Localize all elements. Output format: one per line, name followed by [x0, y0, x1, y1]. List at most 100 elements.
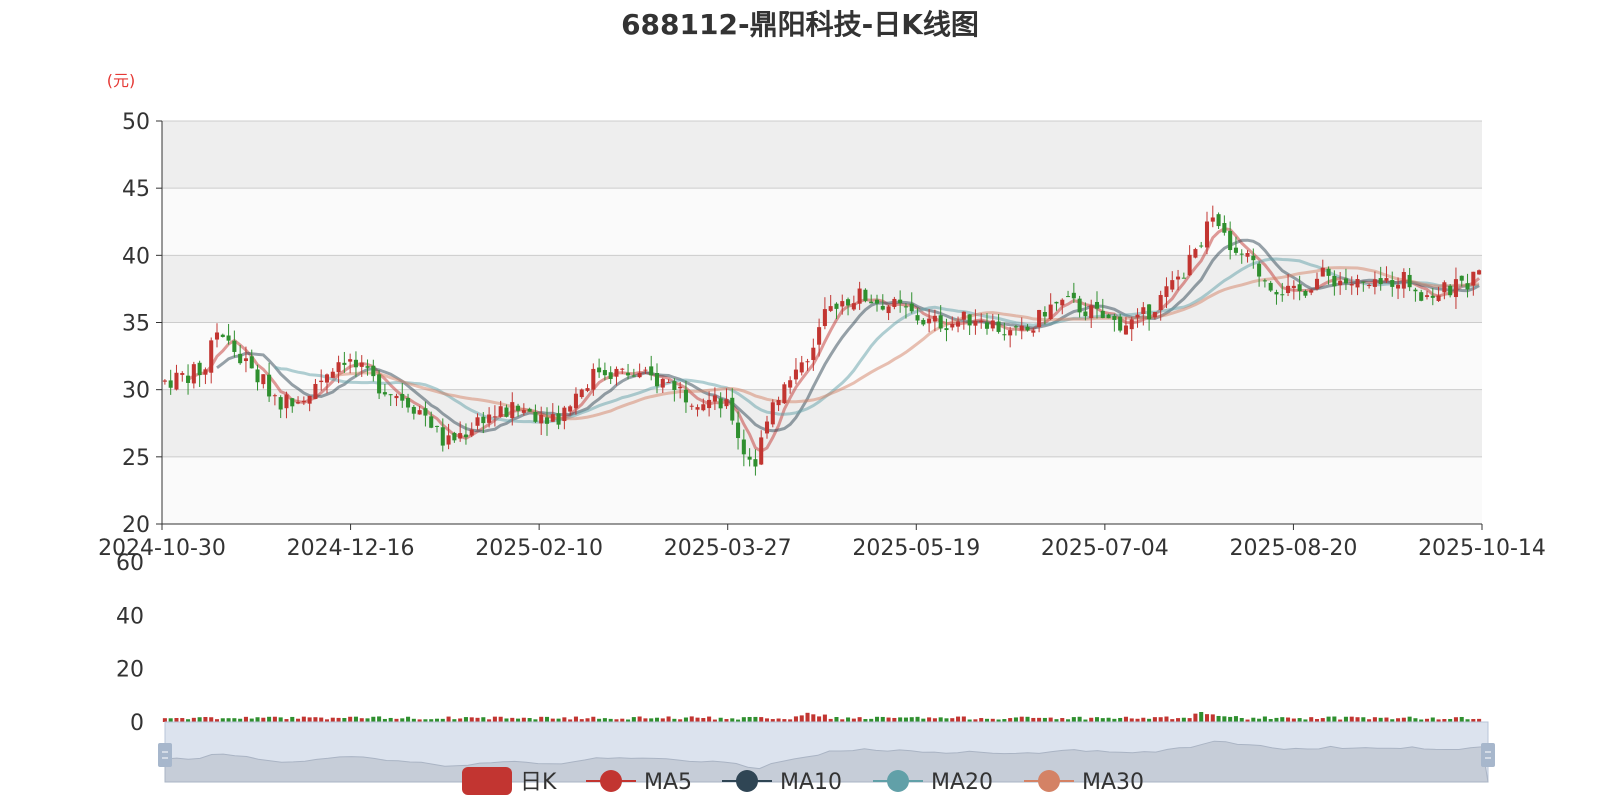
- candle-body: [1181, 277, 1186, 279]
- candle-body: [817, 327, 822, 345]
- candle-body: [1210, 217, 1215, 222]
- volume-bar: [817, 716, 822, 722]
- candle-body: [510, 402, 515, 419]
- volume-bar: [400, 718, 405, 722]
- volume-bar: [1094, 717, 1100, 722]
- candle-body: [1367, 285, 1372, 287]
- candle-body: [1013, 326, 1018, 328]
- volume-bar: [1361, 717, 1366, 722]
- candle-body: [1349, 284, 1354, 286]
- legend-marker: [736, 770, 758, 792]
- candle-body: [1031, 330, 1036, 333]
- candle-body: [597, 367, 602, 373]
- legend-label: 日K: [520, 770, 557, 795]
- volume-bar: [1274, 717, 1279, 722]
- candle-body: [1378, 278, 1383, 285]
- x-tick-label: 2025-05-19: [852, 536, 980, 561]
- legend-marker: [887, 770, 909, 792]
- volume-bar: [307, 717, 312, 722]
- candle-body: [950, 323, 955, 328]
- candle-body: [434, 425, 440, 427]
- candle-body: [1268, 282, 1273, 291]
- candle-body: [400, 393, 405, 401]
- volume-bar: [498, 716, 503, 722]
- volume-bar: [903, 717, 908, 722]
- candle-body: [319, 380, 324, 383]
- volume-bar: [267, 716, 272, 722]
- candle-body: [683, 389, 688, 403]
- volume-bar: [776, 718, 781, 722]
- volume-bars: [162, 711, 1482, 722]
- candle-body: [915, 315, 920, 321]
- volume-bar: [846, 717, 851, 722]
- candle-body: [1390, 280, 1395, 287]
- candle-body: [990, 320, 995, 329]
- candle-body: [1477, 270, 1482, 275]
- plot-band: [162, 188, 1482, 256]
- candle-body: [278, 397, 283, 410]
- x-tick-label: 2025-08-20: [1229, 536, 1357, 561]
- volume-bar: [1343, 716, 1348, 722]
- candle-body: [1216, 214, 1221, 227]
- candle-body: [1054, 301, 1059, 304]
- candle-body: [191, 364, 196, 384]
- volume-y-ticks: 60 40 20 0: [116, 551, 144, 736]
- volume-bar: [961, 716, 966, 722]
- candle-body: [869, 301, 874, 304]
- candle-body: [1257, 263, 1262, 277]
- volume-bar: [330, 717, 335, 722]
- volume-bar: [654, 717, 660, 722]
- candle-body: [1083, 311, 1088, 317]
- volume-bar: [342, 718, 347, 722]
- volume-bar: [1297, 718, 1302, 722]
- candle-body: [1222, 223, 1227, 233]
- candle-body: [296, 402, 301, 404]
- volume-bar: [1204, 714, 1210, 722]
- candle-body: [1332, 275, 1337, 287]
- candle-body: [1303, 290, 1308, 296]
- volume-bar: [1349, 716, 1354, 722]
- candle-body: [463, 434, 468, 438]
- candle-body: [1042, 312, 1047, 317]
- y-tick-label: 25: [122, 446, 150, 471]
- candle-body: [637, 372, 642, 378]
- candle-body: [498, 406, 503, 417]
- candle-body: [1228, 230, 1233, 251]
- volume-bar: [730, 718, 735, 722]
- volume-bar: [811, 714, 816, 722]
- candle-body: [712, 395, 717, 402]
- candle-body: [591, 368, 596, 390]
- candle-body: [863, 289, 868, 301]
- candle-body: [1419, 292, 1424, 301]
- candle-body: [932, 315, 937, 322]
- candle-body: [330, 371, 335, 378]
- volume-bar: [892, 717, 897, 722]
- candle-body: [1355, 279, 1360, 288]
- volume-bar: [446, 716, 451, 722]
- candle-body: [371, 365, 376, 377]
- candle-body: [886, 306, 891, 314]
- volume-bar: [174, 718, 179, 722]
- candle-body: [1112, 316, 1117, 320]
- candle-body: [1008, 330, 1013, 336]
- volume-bar: [481, 717, 486, 722]
- candle-body: [249, 356, 254, 369]
- candle-body: [736, 422, 741, 439]
- candle-body: [1002, 334, 1007, 336]
- volume-bar: [1123, 716, 1128, 722]
- candle-body: [324, 374, 330, 383]
- volume-bar: [1199, 711, 1204, 722]
- volume-bar: [1013, 717, 1018, 722]
- candle-body: [516, 405, 521, 411]
- volume-bar: [759, 717, 764, 722]
- candle-body: [162, 380, 167, 382]
- volume-bar: [1372, 717, 1377, 722]
- candle-body: [602, 370, 607, 376]
- candle-body: [678, 386, 683, 389]
- volume-bar: [1396, 718, 1401, 722]
- candle-body: [834, 303, 839, 309]
- volume-bar: [851, 718, 856, 722]
- legend-item-ma10: MA10: [722, 770, 842, 795]
- y-tick-label: 20: [122, 513, 150, 538]
- candle-body: [440, 427, 445, 446]
